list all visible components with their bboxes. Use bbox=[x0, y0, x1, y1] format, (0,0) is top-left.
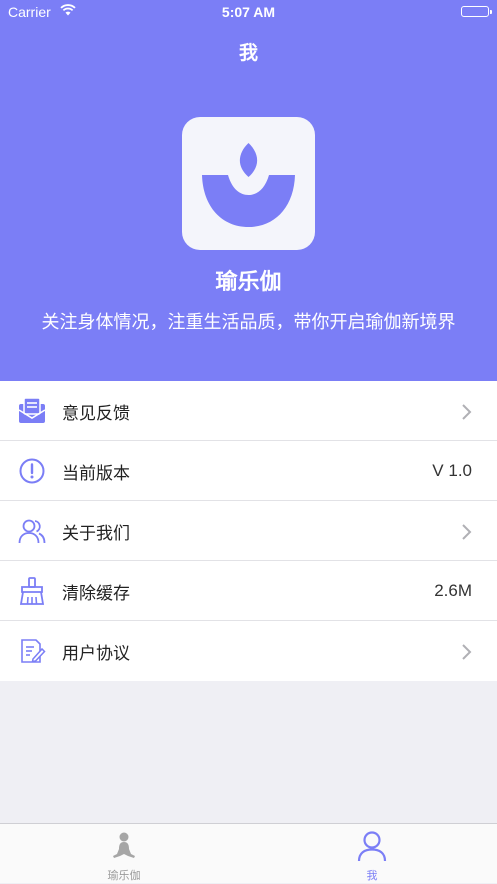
tab-label: 瑜乐伽 bbox=[107, 869, 141, 882]
settings-list: 意见反馈 当前版本 V 1.0 关于我们 清除缓存 2.6M 用户协议 bbox=[0, 381, 497, 681]
chevron-right-icon bbox=[461, 643, 473, 661]
broom-icon bbox=[18, 577, 46, 605]
chevron-right-icon bbox=[461, 403, 473, 421]
battery-icon bbox=[461, 6, 492, 17]
tab-home[interactable]: 瑜乐伽 bbox=[0, 824, 248, 884]
app-logo bbox=[182, 117, 315, 250]
people-icon bbox=[18, 517, 46, 545]
menu-item-label: 清除缓存 bbox=[62, 584, 130, 604]
version-value: V 1.0 bbox=[432, 461, 472, 480]
yoga-icon bbox=[109, 830, 139, 862]
document-edit-icon bbox=[18, 637, 46, 665]
chevron-right-icon bbox=[461, 523, 473, 541]
menu-item-clear-cache[interactable]: 清除缓存 2.6M bbox=[0, 561, 497, 621]
status-bar: Carrier 5:07 AM bbox=[0, 0, 497, 26]
envelope-icon bbox=[18, 397, 46, 425]
info-icon bbox=[18, 457, 46, 485]
menu-item-label: 关于我们 bbox=[62, 524, 130, 544]
lotus-icon bbox=[202, 143, 295, 227]
menu-item-about[interactable]: 关于我们 bbox=[0, 501, 497, 561]
menu-item-feedback[interactable]: 意见反馈 bbox=[0, 381, 497, 441]
cache-size-value: 2.6M bbox=[434, 581, 472, 600]
tab-label: 我 bbox=[366, 869, 378, 882]
app-slogan: 关注身体情况，注重生活品质，带你开启瑜伽新境界 bbox=[41, 312, 456, 333]
menu-item-label: 用户协议 bbox=[62, 644, 130, 664]
menu-item-label: 当前版本 bbox=[62, 464, 130, 484]
status-time: 5:07 AM bbox=[221, 4, 276, 20]
menu-item-label: 意见反馈 bbox=[62, 404, 130, 424]
profile-header: Carrier 5:07 AM 我 瑜乐伽 关注身体情况，注重生活品质，带你开启… bbox=[0, 0, 497, 381]
user-icon bbox=[357, 830, 387, 862]
page-title: 我 bbox=[238, 42, 258, 64]
app-name: 瑜乐伽 bbox=[215, 270, 282, 295]
menu-item-user-agreement[interactable]: 用户协议 bbox=[0, 621, 497, 681]
menu-item-version[interactable]: 当前版本 V 1.0 bbox=[0, 441, 497, 501]
tab-bar: 瑜乐伽 我 bbox=[0, 823, 497, 883]
tab-me[interactable]: 我 bbox=[248, 824, 496, 884]
